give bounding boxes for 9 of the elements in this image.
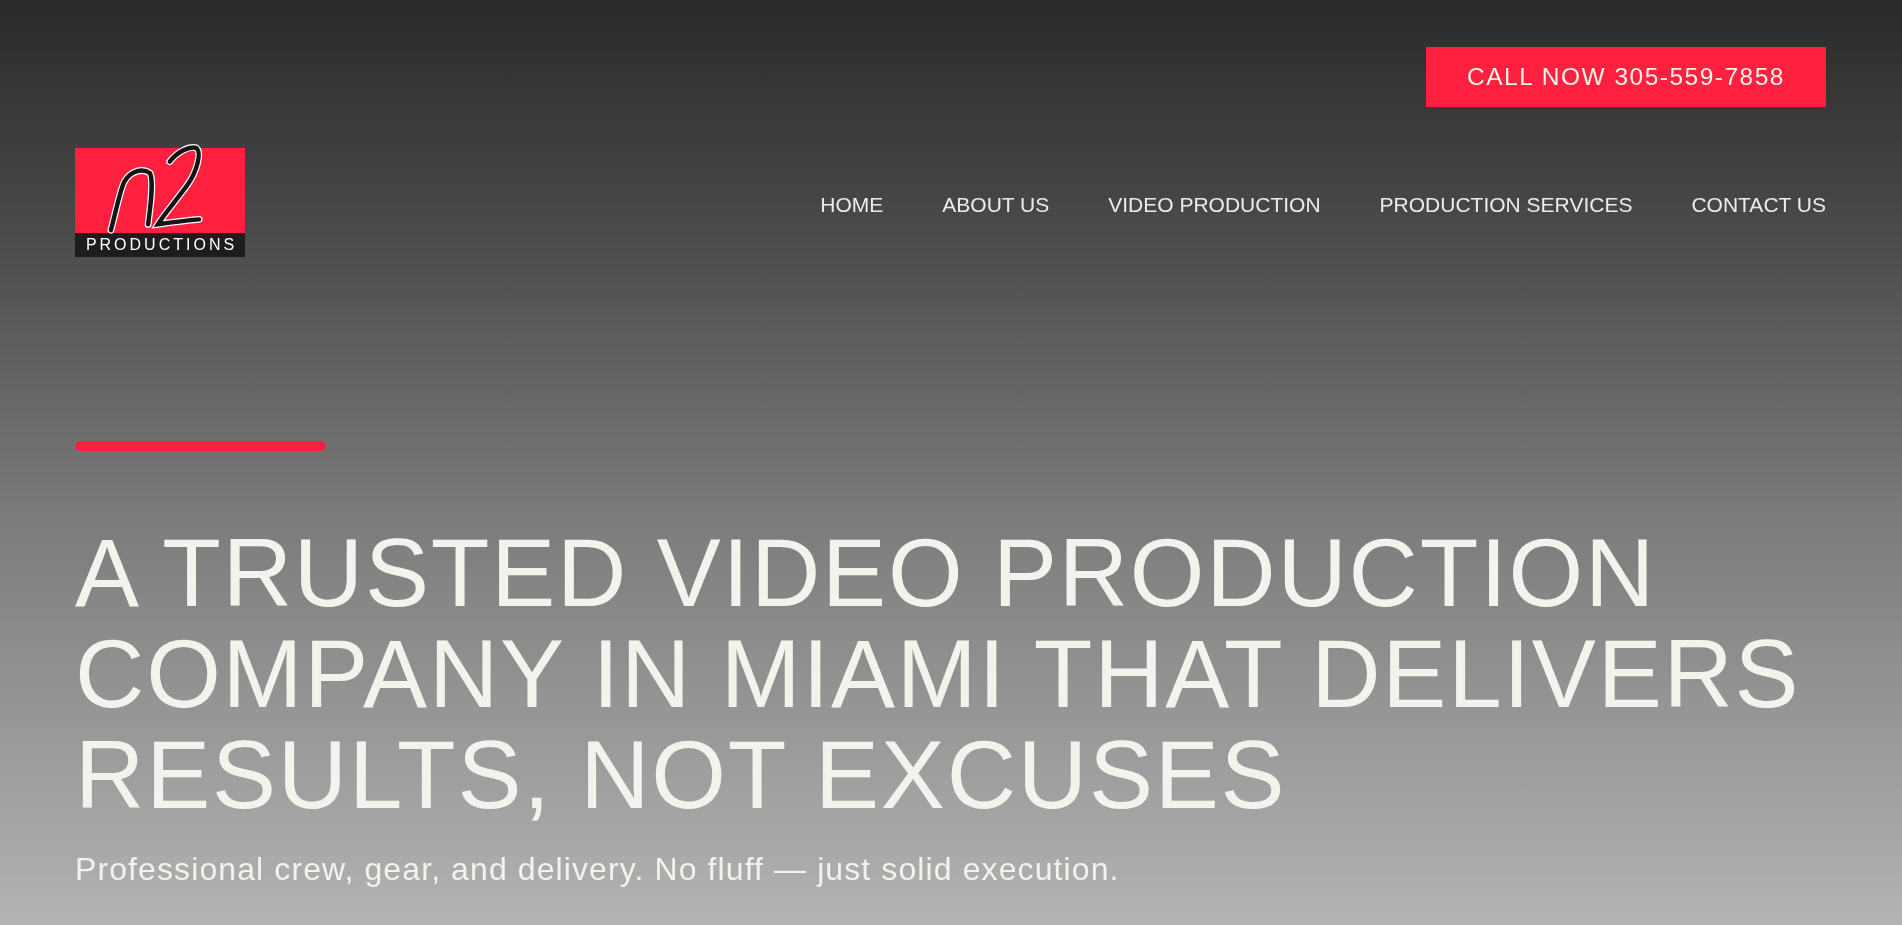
nav-link[interactable]: PRODUCTION SERVICES xyxy=(1379,192,1633,217)
nav-link[interactable]: CONTACT US xyxy=(1691,192,1826,217)
hero-headline: A TRUSTED VIDEO PRODUCTION COMPANY IN MIAMI THAT DELIVERS RESULTS, NOT EXCUSES xyxy=(75,522,1802,825)
nav-link[interactable]: ABOUT US xyxy=(942,192,1050,217)
logo[interactable]: PRODUCTIONS xyxy=(75,148,245,257)
nav-link[interactable]: VIDEO PRODUCTION xyxy=(1108,192,1321,217)
logo-text: PRODUCTIONS xyxy=(75,233,245,257)
nav-link[interactable]: HOME xyxy=(820,192,884,217)
hero-subtitle: Professional crew, gear, and delivery. No fluff — just solid execution. xyxy=(75,851,1121,888)
